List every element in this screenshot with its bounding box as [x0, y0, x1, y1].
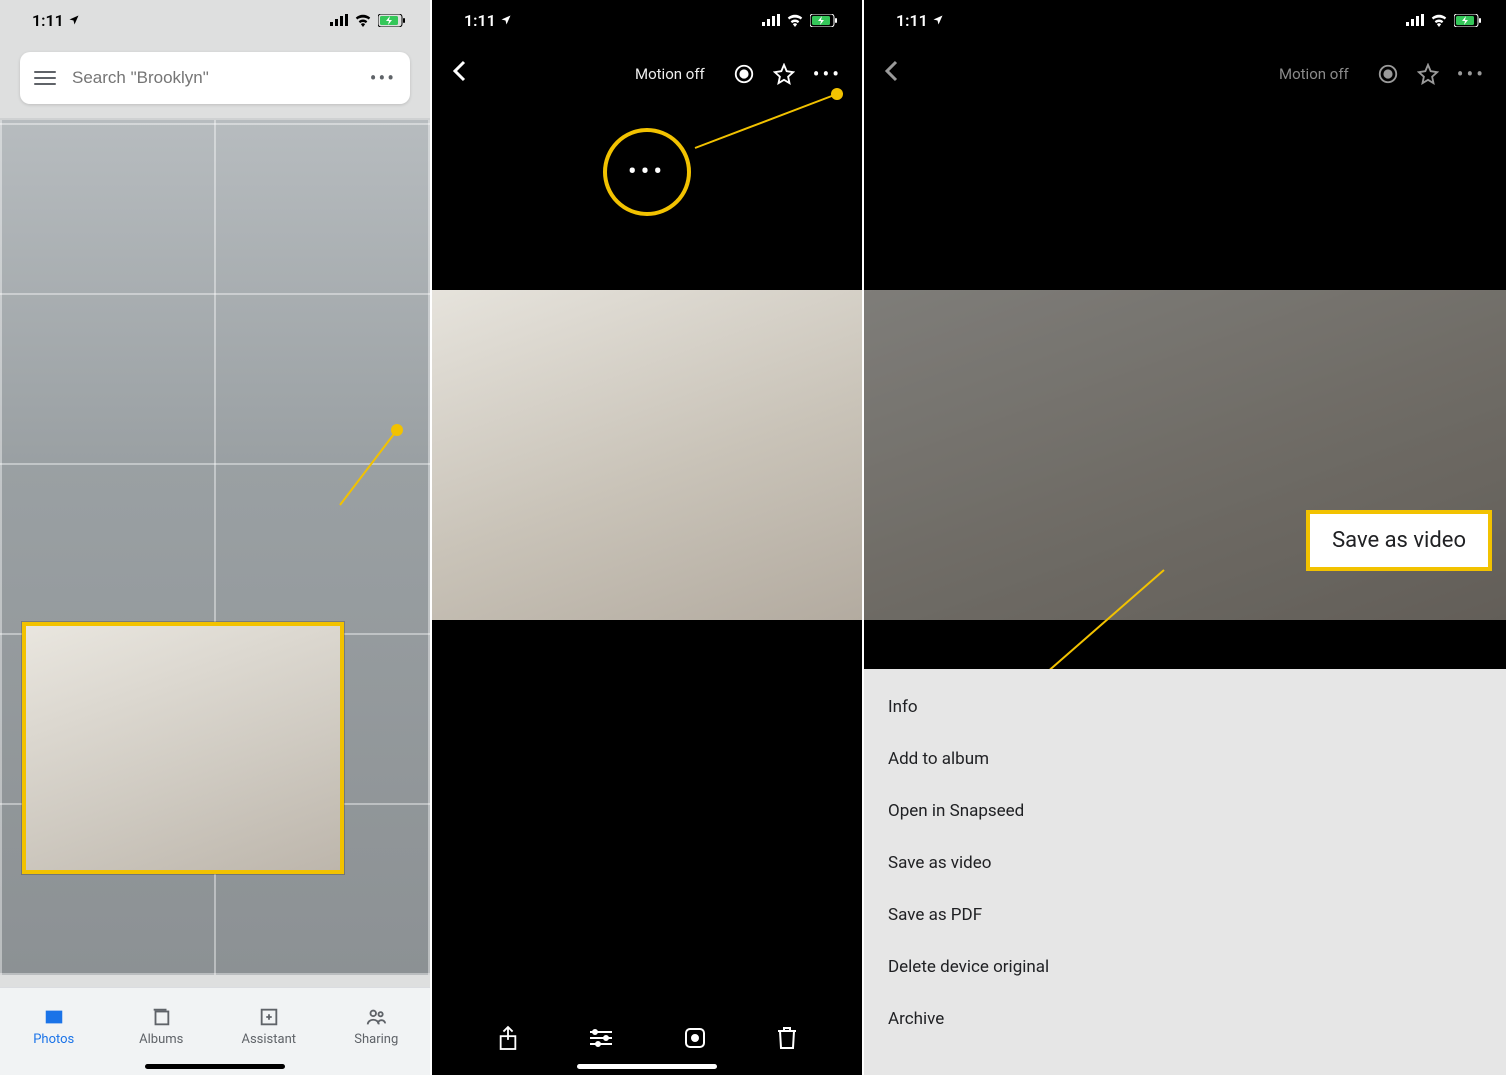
status-bar: 1:11 — [864, 0, 1506, 40]
battery-icon — [378, 14, 406, 27]
menu-archive[interactable]: Archive — [864, 993, 1506, 1045]
menu-save-as-pdf[interactable]: Save as PDF — [864, 889, 1506, 941]
delete-button[interactable] — [776, 1026, 798, 1054]
menu-open-in-snapseed[interactable]: Open in Snapseed — [864, 785, 1506, 837]
tab-label: Assistant — [241, 1032, 296, 1047]
tab-albums[interactable]: Albums — [108, 988, 216, 1075]
menu-icon[interactable] — [34, 71, 56, 85]
wifi-icon — [786, 14, 804, 27]
menu-add-to-album[interactable]: Add to album — [864, 733, 1506, 785]
screen-action-sheet: 1:11 Motion off ••• Save as video Info — [864, 0, 1506, 1075]
more-button: ••• — [1457, 62, 1486, 86]
battery-icon — [810, 14, 838, 27]
location-arrow-icon — [68, 14, 80, 26]
chevron-left-icon — [884, 60, 898, 82]
motion-icon[interactable] — [733, 63, 755, 85]
photo-grid[interactable] — [0, 120, 430, 975]
tab-label: Photos — [33, 1032, 74, 1047]
motion-toggle[interactable]: Motion off — [635, 65, 705, 83]
motion-toggle: Motion off — [1279, 65, 1349, 83]
viewer-top-bar-dimmed: Motion off ••• — [864, 50, 1506, 98]
callout-more-circle: ••• — [603, 128, 691, 216]
callout-label: Save as video — [1332, 528, 1466, 553]
tab-label: Sharing — [354, 1032, 398, 1047]
viewer-top-bar: Motion off ••• — [432, 50, 862, 98]
favorite-button — [1417, 63, 1439, 85]
wifi-icon — [1430, 14, 1448, 27]
photo-viewport[interactable] — [432, 290, 862, 620]
cellular-icon — [762, 14, 780, 26]
action-sheet: Info Add to album Open in Snapseed Save … — [864, 669, 1506, 1075]
trash-icon — [776, 1026, 798, 1050]
save-as-video-callout: Save as video — [1306, 510, 1492, 571]
share-button[interactable] — [497, 1025, 519, 1055]
status-time: 1:11 — [464, 11, 496, 30]
assistant-icon — [258, 1006, 280, 1028]
location-arrow-icon — [932, 14, 944, 26]
photos-icon — [43, 1006, 65, 1028]
location-arrow-icon — [500, 14, 512, 26]
cellular-icon — [330, 14, 348, 26]
albums-icon — [150, 1006, 172, 1028]
lens-button[interactable] — [683, 1026, 707, 1054]
back-button — [884, 59, 898, 89]
more-button[interactable]: ••• — [813, 62, 842, 86]
menu-info[interactable]: Info — [864, 681, 1506, 733]
screen-photo-viewer: 1:11 Motion off ••• ••• — [432, 0, 862, 1075]
star-icon — [773, 63, 795, 85]
tab-sharing[interactable]: Sharing — [323, 988, 431, 1075]
chevron-left-icon — [452, 60, 466, 82]
status-time: 1:11 — [32, 11, 64, 30]
bottom-tabs: Photos Albums Assistant Sharing — [0, 987, 430, 1075]
battery-icon — [1454, 14, 1482, 27]
motion-icon — [1377, 63, 1399, 85]
favorite-button[interactable] — [773, 63, 795, 85]
tab-assistant[interactable]: Assistant — [215, 988, 323, 1075]
back-button[interactable] — [452, 59, 466, 89]
status-time: 1:11 — [896, 11, 928, 30]
search-bar[interactable]: ••• — [20, 52, 410, 104]
menu-save-as-video[interactable]: Save as video — [864, 837, 1506, 889]
selected-photo-highlight[interactable] — [22, 622, 344, 874]
tab-photos[interactable]: Photos — [0, 988, 108, 1075]
more-icon[interactable]: ••• — [370, 66, 396, 90]
status-bar: 1:11 — [0, 0, 430, 40]
star-icon — [1417, 63, 1439, 85]
home-indicator — [145, 1064, 285, 1069]
search-input[interactable] — [72, 68, 370, 88]
sliders-icon — [588, 1027, 614, 1049]
wifi-icon — [354, 14, 372, 27]
tab-label: Albums — [139, 1032, 183, 1047]
callout-dot — [831, 88, 843, 100]
home-indicator — [577, 1064, 717, 1069]
menu-delete-device-original[interactable]: Delete device original — [864, 941, 1506, 993]
edit-button[interactable] — [588, 1027, 614, 1053]
lens-icon — [683, 1026, 707, 1050]
viewer-bottom-bar — [432, 1025, 862, 1055]
cellular-icon — [1406, 14, 1424, 26]
status-bar: 1:11 — [432, 0, 862, 40]
sharing-icon — [365, 1006, 387, 1028]
more-dots-icon: ••• — [628, 157, 666, 187]
share-icon — [497, 1025, 519, 1051]
screen-photos-grid: 1:11 ••• Photos Albums Assistant — [0, 0, 430, 1075]
